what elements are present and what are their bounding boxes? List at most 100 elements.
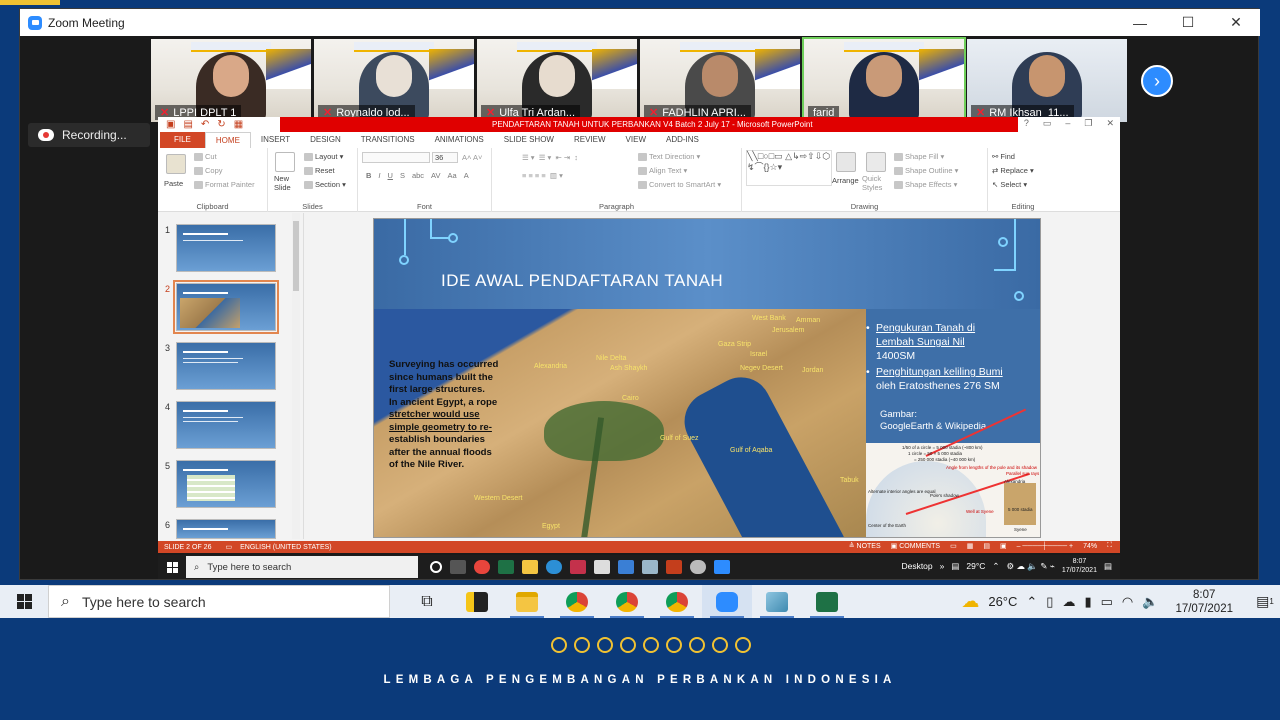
- slide-thumbnail[interactable]: 1: [165, 224, 276, 272]
- strikethrough-button[interactable]: S: [400, 171, 405, 180]
- slide-thumbnail[interactable]: 3: [165, 342, 276, 390]
- next-participants-button[interactable]: ›: [1141, 65, 1173, 97]
- edge-icon[interactable]: [546, 560, 562, 574]
- tab-design[interactable]: DESIGN: [300, 132, 351, 148]
- maximize-button[interactable]: ☐: [1164, 9, 1212, 36]
- undo-icon[interactable]: ↶: [201, 119, 209, 130]
- replace-button[interactable]: ⇄ Replace ▾: [992, 166, 1034, 175]
- temperature[interactable]: 26°C: [988, 594, 1017, 609]
- video-tile-lppi[interactable]: ✕ LPPI DPLT 1: [151, 39, 311, 122]
- zoom-app-icon[interactable]: [714, 560, 730, 574]
- tab-view[interactable]: VIEW: [616, 132, 656, 148]
- weather-icon[interactable]: ▤: [951, 561, 959, 572]
- cortana-icon[interactable]: [430, 561, 442, 573]
- remote-start-button[interactable]: [158, 555, 186, 579]
- remote-search-box[interactable]: ⌕ Type here to search: [186, 556, 418, 578]
- tab-add-ins[interactable]: ADD-INS: [656, 132, 709, 148]
- file-explorer-app[interactable]: [502, 585, 552, 618]
- chrome-app-1[interactable]: [552, 585, 602, 618]
- clock[interactable]: 8:07 17/07/2021: [1175, 588, 1233, 616]
- zoom-slider[interactable]: – ────┼──── +: [1017, 543, 1074, 550]
- save-icon[interactable]: ▤: [183, 119, 192, 130]
- chevron-icon[interactable]: »: [940, 561, 945, 571]
- align-text-button[interactable]: Align Text ▾: [638, 166, 687, 176]
- convert-smartart-button[interactable]: Convert to SmartArt ▾: [638, 180, 721, 190]
- powerpoint-icon[interactable]: [666, 560, 682, 574]
- reset-button[interactable]: Reset: [304, 166, 335, 176]
- mail-icon[interactable]: [618, 560, 634, 574]
- zoom-level[interactable]: 74%: [1083, 543, 1097, 550]
- desktop-toolbar[interactable]: Desktop: [901, 561, 932, 571]
- remote-clock[interactable]: 8:07 17/07/2021: [1062, 557, 1097, 575]
- file-explorer-icon[interactable]: [522, 560, 538, 574]
- tray-icons[interactable]: ⚙ ☁ 🔈 ✎ ⌁: [1007, 561, 1055, 572]
- shape-fill-button[interactable]: Shape Fill ▾: [894, 152, 944, 162]
- paste-button[interactable]: Paste: [164, 179, 183, 188]
- task-view-icon[interactable]: [450, 560, 466, 574]
- sticky-notes-app[interactable]: [452, 585, 502, 618]
- remote-temperature[interactable]: 29°C: [966, 561, 985, 571]
- layout-button[interactable]: Layout ▾: [304, 152, 343, 162]
- ppt-minimize-button[interactable]: –: [1065, 118, 1070, 129]
- tab-file[interactable]: FILE: [160, 132, 205, 148]
- format-painter-button[interactable]: Format Painter: [194, 180, 255, 190]
- video-tile-ulfa[interactable]: ✕ Ulfa Tri Ardan...: [477, 39, 637, 122]
- tab-animations[interactable]: ANIMATIONS: [425, 132, 494, 148]
- slide-thumbnail[interactable]: 4: [165, 401, 276, 449]
- usb-icon[interactable]: ▮: [1084, 594, 1091, 610]
- align-buttons[interactable]: ≡ ≡ ≡ ≡ ▥ ▾: [522, 171, 563, 180]
- abc-button[interactable]: abc: [412, 171, 424, 180]
- select-button[interactable]: ↖ Select ▾: [992, 180, 1027, 189]
- font-color-button[interactable]: A: [464, 171, 469, 180]
- chrome-app-3[interactable]: [652, 585, 702, 618]
- recording-indicator[interactable]: Recording...: [28, 123, 150, 147]
- slide-sorter-icon[interactable]: ▦: [967, 542, 974, 550]
- section-button[interactable]: Section ▾: [304, 180, 346, 190]
- tab-slide-show[interactable]: SLIDE SHOW: [494, 132, 564, 148]
- spellcheck-icon[interactable]: ▭: [225, 543, 232, 551]
- weather-icon[interactable]: ☁: [961, 591, 979, 612]
- shapes-gallery[interactable]: ╲╲□○□▭ △↳⇨⇧⇩⬡ ↯⌒{}☆▾: [746, 150, 832, 186]
- device-icon[interactable]: ▯: [1046, 594, 1053, 610]
- remote-notification-icon[interactable]: ▤: [1104, 561, 1112, 572]
- find-button[interactable]: ⚯ Find: [992, 152, 1015, 161]
- font-size-dropdown[interactable]: 36: [432, 152, 458, 163]
- char-spacing-button[interactable]: AV: [431, 171, 440, 180]
- ppt-close-button[interactable]: ✕: [1106, 118, 1114, 129]
- italic-button[interactable]: I: [378, 171, 380, 180]
- text-direction-button[interactable]: Text Direction ▾: [638, 152, 700, 162]
- close-button[interactable]: ✕: [1212, 9, 1260, 36]
- notes-button[interactable]: ≜ NOTES: [849, 542, 881, 550]
- chrome-app-2[interactable]: [602, 585, 652, 618]
- font-name-dropdown[interactable]: [362, 152, 430, 163]
- app-launcher[interactable]: [752, 585, 802, 618]
- cloud-icon[interactable]: ☁: [1062, 594, 1075, 610]
- start-button[interactable]: [0, 585, 48, 618]
- shape-outline-button[interactable]: Shape Outline ▾: [894, 166, 958, 176]
- wifi-icon[interactable]: ◠: [1122, 594, 1133, 610]
- fit-slide-icon[interactable]: ⛶: [1107, 542, 1112, 550]
- normal-view-icon[interactable]: ▭: [950, 542, 957, 550]
- tray-expand-icon[interactable]: ⌃: [992, 561, 999, 572]
- taskbar-search-box[interactable]: ⌕ Type here to search: [48, 585, 390, 618]
- video-tile-rm-ikhsan[interactable]: ✕ RM Ikhsan_11...: [967, 39, 1127, 122]
- cut-button[interactable]: Cut: [194, 152, 217, 162]
- tab-home[interactable]: HOME: [204, 132, 251, 148]
- ppt-restore-button[interactable]: ❐: [1084, 118, 1092, 129]
- excel-app[interactable]: [802, 585, 852, 618]
- tab-insert[interactable]: INSERT: [251, 132, 300, 148]
- underline-button[interactable]: U: [388, 171, 393, 180]
- shape-effects-button[interactable]: Shape Effects ▾: [894, 180, 957, 190]
- slideshow-view-icon[interactable]: ▣: [1000, 542, 1007, 550]
- language-status[interactable]: ENGLISH (UNITED STATES): [240, 544, 332, 551]
- bold-button[interactable]: B: [366, 171, 371, 180]
- reading-view-icon[interactable]: ▤: [983, 542, 990, 550]
- slide-thumbnail[interactable]: 6: [165, 519, 276, 539]
- comments-button[interactable]: ▣ COMMENTS: [891, 542, 940, 550]
- notification-center-button[interactable]: ▤ 1: [1250, 585, 1280, 618]
- store-icon[interactable]: [594, 560, 610, 574]
- vpn-icon[interactable]: [690, 560, 706, 574]
- help-button[interactable]: ?: [1024, 118, 1029, 129]
- list-buttons[interactable]: ☰ ▾ ☰ ▾ ⇤ ⇥ ↕: [522, 153, 578, 162]
- ribbon-display-button[interactable]: ▭: [1043, 118, 1052, 129]
